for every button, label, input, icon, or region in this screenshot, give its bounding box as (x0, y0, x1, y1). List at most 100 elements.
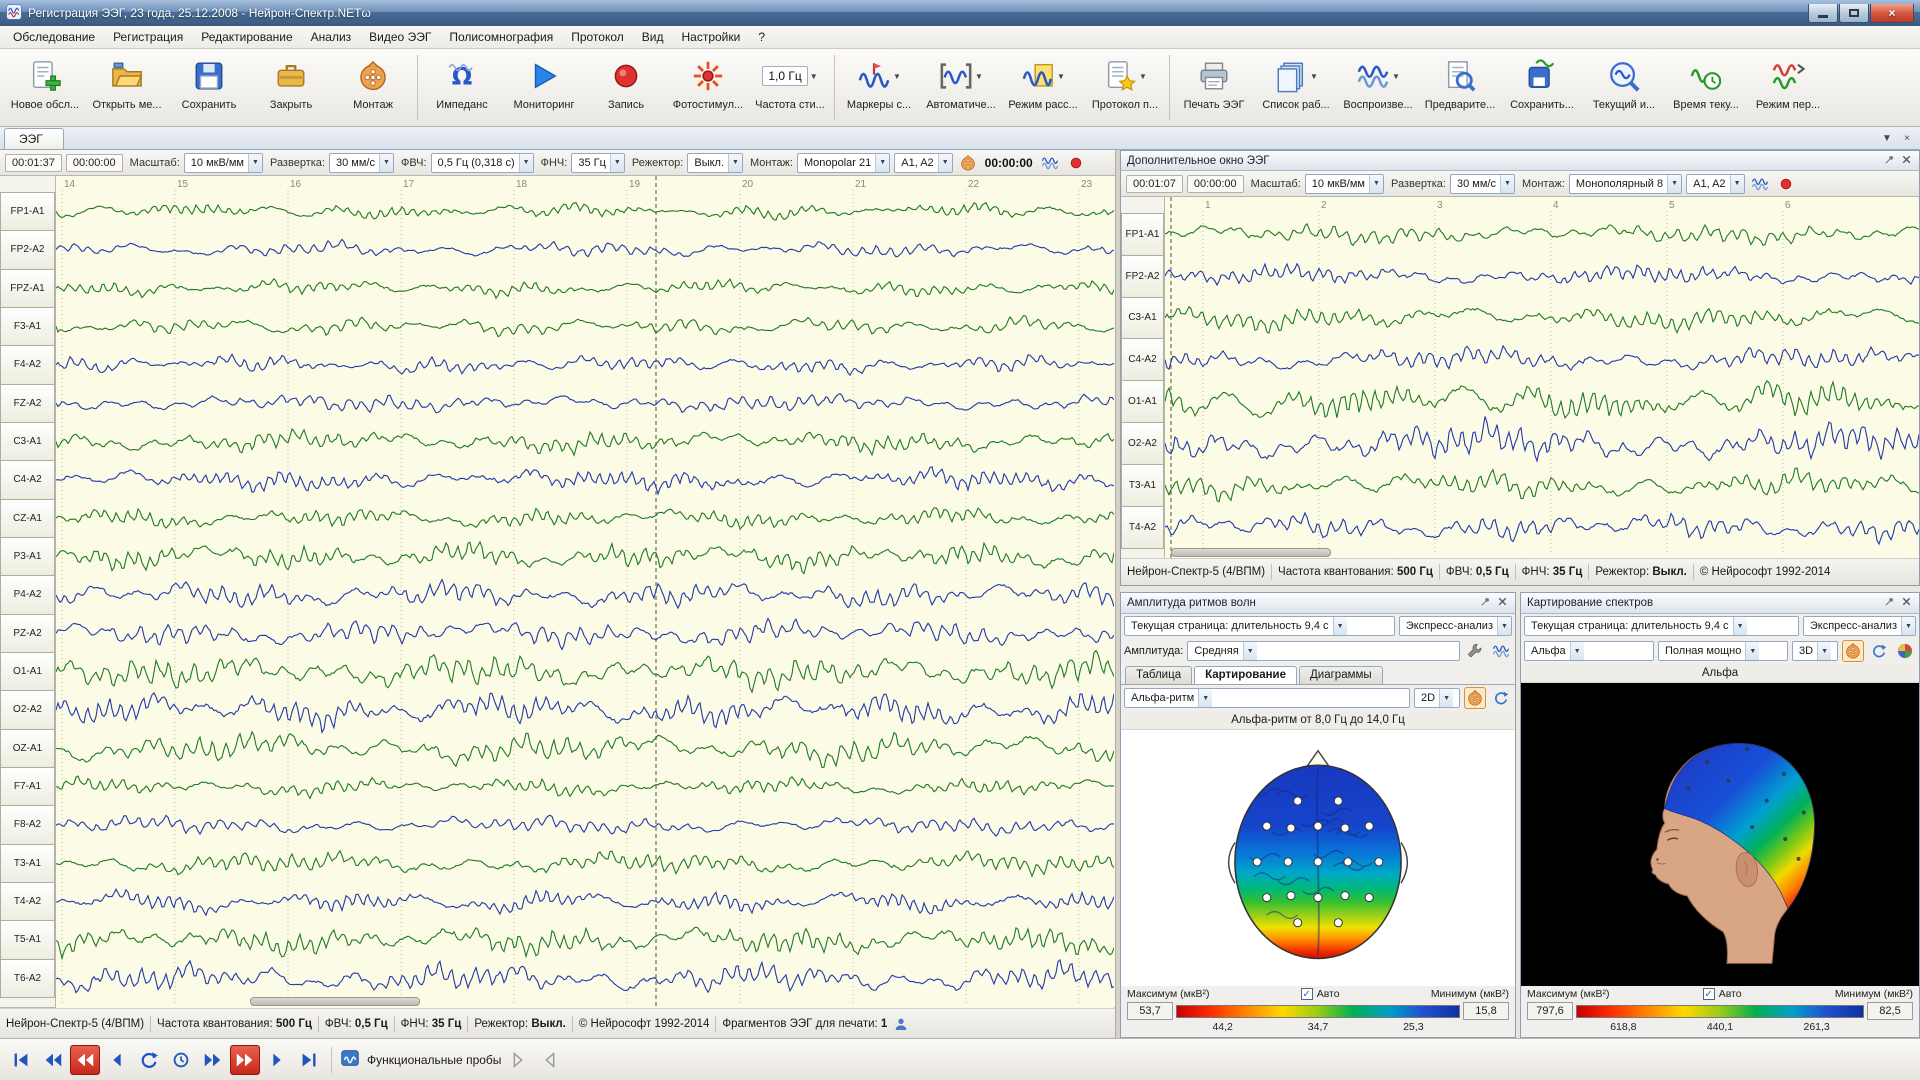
menu-item-9[interactable]: ? (749, 27, 774, 47)
toolbar-markers-button[interactable]: ▼Маркеры с... (838, 51, 920, 124)
maximize-button[interactable] (1839, 4, 1869, 23)
channel-label-FP1-A1[interactable]: FP1-A1 (1121, 213, 1164, 256)
channel-label-FP2-A2[interactable]: FP2-A2 (0, 230, 55, 269)
toolbar-stim-freq-button[interactable]: 1,0 Гц▼Частота сти... (749, 51, 831, 124)
amplitude-tab-Таблица[interactable]: Таблица (1125, 666, 1192, 684)
nav-last-button[interactable] (294, 1045, 324, 1075)
record-indicator[interactable] (1065, 152, 1087, 174)
nav-prev-page-button[interactable] (70, 1045, 100, 1075)
nav-ghost-back-button[interactable] (535, 1045, 565, 1075)
channel-label-OZ-A1[interactable]: OZ-A1 (0, 729, 55, 768)
nav-clock-button[interactable] (166, 1045, 196, 1075)
view-2d-select[interactable]: 2D▼ (1414, 688, 1460, 708)
toolbar-photostim-button[interactable]: Фотостимул... (667, 51, 749, 124)
menu-item-0[interactable]: Обследование (4, 27, 104, 47)
toolbar-page-mode-button[interactable]: Режим пер... (1747, 51, 1829, 124)
toolbar-montage-button[interactable]: Монтаж (332, 51, 414, 124)
channel-label-C4-A2[interactable]: C4-A2 (1121, 338, 1164, 381)
auto-checkbox[interactable]: ✓ (1703, 988, 1715, 1000)
menu-item-2[interactable]: Редактирование (192, 27, 301, 47)
view-3d-select[interactable]: 3D▼ (1792, 641, 1838, 661)
channel-label-O1-A1[interactable]: O1-A1 (0, 652, 55, 691)
express-analysis-button[interactable]: Экспресс-анализ▼ (1803, 616, 1916, 636)
channel-label-T6-A2[interactable]: T6-A2 (0, 959, 55, 998)
channel-label-O2-A2[interactable]: O2-A2 (1121, 422, 1164, 465)
toolbar-save-button[interactable]: Сохранить (168, 51, 250, 124)
nav-first-button[interactable] (6, 1045, 36, 1075)
pin-icon[interactable] (1883, 153, 1896, 169)
scale-select[interactable]: 10 мкВ/мм▼ (1305, 174, 1384, 194)
reference-select[interactable]: A1, A2▼ (894, 153, 952, 173)
toolbar-save-fragment-button[interactable]: Сохранить... (1501, 51, 1583, 124)
channel-label-C3-A1[interactable]: C3-A1 (0, 422, 55, 461)
pin-icon[interactable] (1883, 595, 1896, 611)
nav-cycle-button[interactable] (134, 1045, 164, 1075)
settings-wrench-icon[interactable] (1464, 640, 1486, 662)
channel-label-T5-A1[interactable]: T5-A1 (0, 920, 55, 959)
hpf-select[interactable]: 0,5 Гц (0,318 с)▼ (431, 153, 534, 173)
toolbar-impedance-button[interactable]: ΩИмпеданс (421, 51, 503, 124)
toolbar-close-exam-button[interactable]: Закрыть (250, 51, 332, 124)
channel-label-F3-A1[interactable]: F3-A1 (0, 307, 55, 346)
nav-next-button[interactable] (262, 1045, 292, 1075)
channel-label-C4-A2[interactable]: C4-A2 (0, 460, 55, 499)
amplitude-tab-Диаграммы[interactable]: Диаграммы (1299, 666, 1383, 684)
menu-item-8[interactable]: Настройки (672, 27, 749, 47)
eeg-trace-area[interactable]: 14151617181920212223 (56, 176, 1114, 1008)
close-icon[interactable] (1900, 595, 1913, 611)
channel-label-T4-A2[interactable]: T4-A2 (1121, 506, 1164, 549)
tab-close-button[interactable]: × (1898, 130, 1916, 147)
waves-icon[interactable] (1490, 640, 1512, 662)
channel-label-C3-A1[interactable]: C3-A1 (1121, 297, 1164, 340)
toolbar-worklist-button[interactable]: ▼Список раб... (1255, 51, 1337, 124)
toolbar-time-current-button[interactable]: Время теку... (1665, 51, 1747, 124)
channel-label-T3-A1[interactable]: T3-A1 (0, 844, 55, 883)
toolbar-new-exam-button[interactable]: Новое обсл... (4, 51, 86, 124)
nav-next-page-button[interactable] (230, 1045, 260, 1075)
channel-label-PZ-A2[interactable]: PZ-A2 (0, 614, 55, 653)
channel-label-T4-A2[interactable]: T4-A2 (0, 882, 55, 921)
menu-item-3[interactable]: Анализ (302, 27, 361, 47)
minimize-button[interactable] (1808, 4, 1838, 23)
menu-item-4[interactable]: Видео ЭЭГ (360, 27, 440, 47)
secondary-trace-area[interactable]: 123456 (1165, 197, 1919, 558)
toolbar-protocol-button[interactable]: ▼Протокол п... (1084, 51, 1166, 124)
nav-prev-button[interactable] (102, 1045, 132, 1075)
signal-view-button[interactable] (1039, 152, 1061, 174)
menu-item-6[interactable]: Протокол (562, 27, 633, 47)
lpf-select[interactable]: 35 Гц▼ (571, 153, 625, 173)
express-analysis-button[interactable]: Экспресс-анализ▼ (1399, 616, 1512, 636)
channel-label-F4-A2[interactable]: F4-A2 (0, 345, 55, 384)
close-button[interactable]: × (1870, 4, 1914, 23)
tab-list-button[interactable]: ▼ (1878, 130, 1896, 147)
page-selector[interactable]: Текущая страница: длительность 9,4 с▼ (1524, 616, 1799, 636)
auto-checkbox[interactable]: ✓ (1301, 988, 1313, 1000)
toolbar-review-mode-button[interactable]: ▼Режим расс... (1002, 51, 1084, 124)
channel-label-FPZ-A1[interactable]: FPZ-A1 (0, 269, 55, 308)
sweep-select[interactable]: 30 мм/с▼ (329, 153, 394, 173)
toolbar-preview-button[interactable]: Предварите... (1419, 51, 1501, 124)
head-map-button[interactable] (1842, 640, 1864, 662)
menu-item-7[interactable]: Вид (633, 27, 673, 47)
channel-label-F8-A2[interactable]: F8-A2 (0, 805, 55, 844)
reference-select[interactable]: A1, A2▼ (1686, 174, 1744, 194)
pin-icon[interactable] (1479, 595, 1492, 611)
montage-select[interactable]: Monopolar 21▼ (797, 153, 890, 173)
channel-label-FP1-A1[interactable]: FP1-A1 (0, 192, 55, 231)
channel-label-O2-A2[interactable]: O2-A2 (0, 690, 55, 729)
channel-label-FZ-A2[interactable]: FZ-A2 (0, 384, 55, 423)
menu-item-1[interactable]: Регистрация (104, 27, 192, 47)
channel-label-O1-A1[interactable]: O1-A1 (1121, 380, 1164, 423)
tab-eeg[interactable]: ЭЭГ (4, 128, 64, 149)
amplitude-tab-Картирование[interactable]: Картирование (1194, 666, 1297, 684)
montage-head-button[interactable] (957, 152, 979, 174)
rhythm-select[interactable]: Альфа▼ (1524, 641, 1654, 661)
notch-select[interactable]: Выкл.▼ (687, 153, 743, 173)
record-indicator[interactable] (1775, 173, 1797, 195)
channel-label-FP2-A2[interactable]: FP2-A2 (1121, 255, 1164, 298)
close-icon[interactable] (1496, 595, 1509, 611)
channel-label-P4-A2[interactable]: P4-A2 (0, 575, 55, 614)
montage-select[interactable]: Монополярный 8▼ (1569, 174, 1682, 194)
toolbar-monitoring-button[interactable]: Мониторинг (503, 51, 585, 124)
amplitude-select[interactable]: Средняя▼ (1187, 641, 1460, 661)
